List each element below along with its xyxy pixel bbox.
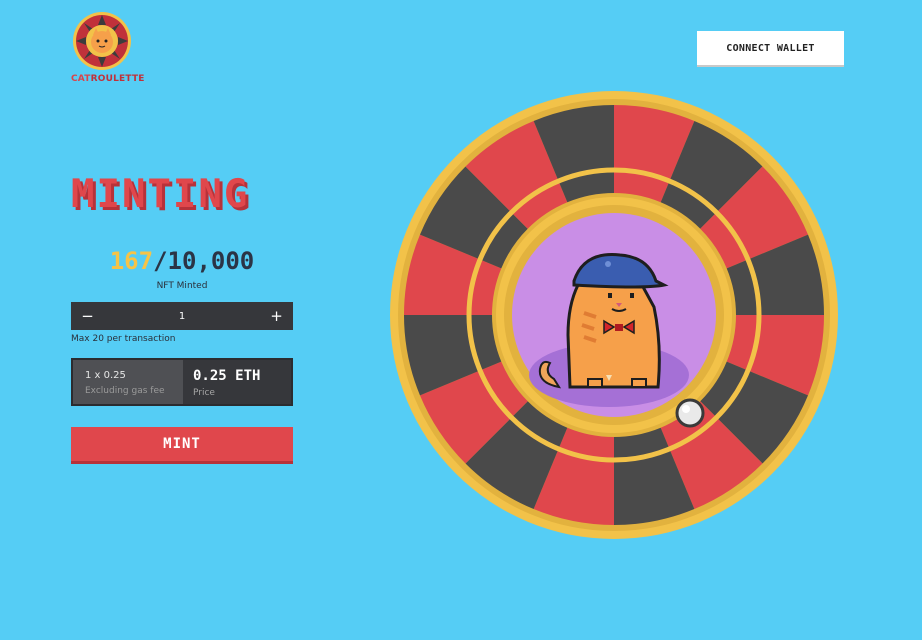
increment-button[interactable]: + [260, 302, 293, 330]
mint-button[interactable]: MINT [71, 427, 293, 461]
roulette-ball-icon [675, 398, 705, 428]
quantity-stepper: − 1 + [71, 302, 293, 330]
roulette-logo-icon [73, 12, 131, 70]
price-summary: 1 x 0.25 Excluding gas fee 0.25 ETH Pric… [71, 358, 293, 406]
decrement-button[interactable]: − [71, 302, 104, 330]
roulette-wheel-illustration [390, 91, 838, 539]
minted-count: 167 [109, 247, 154, 275]
quantity-value[interactable]: 1 [104, 311, 260, 322]
brand-logo[interactable]: CATROULETTE [71, 11, 145, 85]
brand-wordmark: CATROULETTE [71, 74, 145, 84]
counter-separator: / [153, 247, 168, 275]
price-value: 0.25 ETH [193, 368, 261, 384]
connect-wallet-button[interactable]: CONNECT WALLET [697, 31, 844, 65]
minted-label: NFT Minted [156, 281, 208, 291]
page-title: MINTING [71, 172, 250, 217]
gas-note: Excluding gas fee [85, 386, 165, 396]
price-label: Price [193, 388, 215, 398]
minted-counter: 167/10,000 [71, 245, 293, 277]
calc-text: 1 x 0.25 [85, 370, 126, 381]
price-total: 0.25 ETH Price [183, 360, 291, 404]
total-supply: 10,000 [167, 247, 255, 275]
max-per-transaction-note: Max 20 per transaction [71, 334, 176, 344]
price-calculation: 1 x 0.25 Excluding gas fee [73, 360, 183, 404]
